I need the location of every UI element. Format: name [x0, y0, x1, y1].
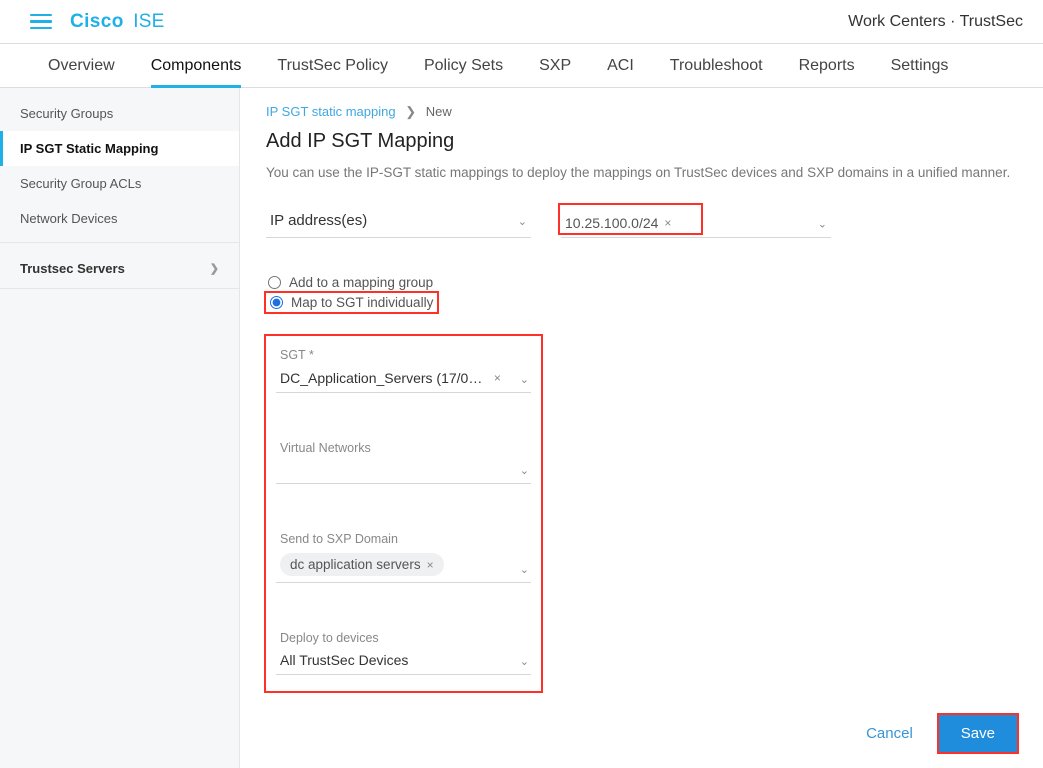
radio-map-individually[interactable]: Map to SGT individually [268, 294, 435, 311]
tab-overview[interactable]: Overview [30, 44, 133, 88]
chevron-right-icon: ❯ [210, 262, 219, 275]
deploy-select[interactable]: All TrustSec Devices ⌄ [276, 648, 531, 675]
button-bar: Cancel Save [866, 715, 1017, 752]
ip-type-select[interactable]: IP address(es) ⌄ [266, 206, 531, 238]
sidebar-item-security-group-acls[interactable]: Security Group ACLs [0, 166, 239, 201]
sxp-pill-text: dc application servers [290, 557, 421, 572]
brand: Cisco ISE [70, 11, 164, 33]
deploy-field-group: Deploy to devices All TrustSec Devices ⌄ [276, 631, 531, 675]
tab-aci[interactable]: ACI [589, 44, 652, 88]
chevron-down-icon: ⌄ [520, 655, 529, 668]
ip-type-value: IP address(es) [270, 212, 367, 229]
vnet-select[interactable]: ⌄ [276, 458, 531, 484]
radio-add-to-group[interactable]: Add to a mapping group [266, 274, 1017, 291]
sxp-field-group: Send to SXP Domain dc application server… [276, 532, 531, 583]
sxp-select[interactable]: dc application servers × ⌄ [276, 549, 531, 583]
sxp-pill: dc application servers × [280, 553, 444, 576]
sidebar-item-network-devices[interactable]: Network Devices [0, 201, 239, 236]
tab-settings[interactable]: Settings [873, 44, 967, 88]
radio-add-to-group-input[interactable] [268, 276, 281, 289]
breadcrumb: IP SGT static mapping ❯ New [266, 104, 1017, 120]
radio-map-individually-label: Map to SGT individually [291, 295, 433, 310]
radio-map-individually-input[interactable] [270, 296, 283, 309]
brand-ise: ISE [133, 11, 164, 32]
page-title: Add IP SGT Mapping [266, 130, 1017, 153]
tab-components[interactable]: Components [133, 44, 260, 88]
left-sidebar: Security Groups IP SGT Static Mapping Se… [0, 88, 240, 768]
sxp-label: Send to SXP Domain [276, 532, 531, 546]
sidebar-section-trustsec-servers[interactable]: Trustsec Servers ❯ [0, 249, 239, 288]
deploy-label: Deploy to devices [276, 631, 531, 645]
breadcrumb-link[interactable]: IP SGT static mapping [266, 104, 396, 119]
vnet-field-group: Virtual Networks ⌄ [276, 441, 531, 484]
tab-policy-sets[interactable]: Policy Sets [406, 44, 521, 88]
radio-add-to-group-label: Add to a mapping group [289, 275, 433, 290]
mapping-form-box: SGT * DC_Application_Servers (17/00… × ⌄… [266, 336, 541, 691]
ip-row: IP address(es) ⌄ 10.25.100.0/24 × ⌄ [266, 206, 1017, 238]
top-tabs: Overview Components TrustSec Policy Poli… [0, 44, 1043, 88]
tab-trustsec-policy[interactable]: TrustSec Policy [259, 44, 406, 88]
deploy-value: All TrustSec Devices [280, 652, 408, 668]
tab-troubleshoot[interactable]: Troubleshoot [652, 44, 781, 88]
chevron-down-icon: ⌄ [520, 464, 529, 477]
main-content: IP SGT static mapping ❯ New Add IP SGT M… [240, 88, 1043, 768]
chevron-down-icon: ⌄ [520, 373, 529, 386]
chevron-down-icon: ⌄ [818, 218, 827, 231]
sgt-field-group: SGT * DC_Application_Servers (17/00… × ⌄ [276, 348, 531, 393]
page-description: You can use the IP-SGT static mappings t… [266, 165, 1017, 180]
ip-address-field[interactable]: 10.25.100.0/24 × ⌄ [561, 211, 831, 238]
top-header: Cisco ISE Work Centers · TrustSec [0, 0, 1043, 44]
tab-reports[interactable]: Reports [781, 44, 873, 88]
remove-sxp-pill-icon[interactable]: × [427, 558, 434, 572]
ip-chip: 10.25.100.0/24 × [565, 215, 671, 231]
sidebar-item-security-groups[interactable]: Security Groups [0, 96, 239, 131]
sidebar-item-ip-sgt-static-mapping[interactable]: IP SGT Static Mapping [0, 131, 239, 166]
hamburger-menu-icon[interactable] [30, 11, 52, 33]
mapping-mode-radios: Add to a mapping group Map to SGT indivi… [266, 274, 1017, 312]
sgt-label: SGT * [276, 348, 531, 362]
brand-cisco: Cisco [70, 11, 124, 32]
save-button[interactable]: Save [939, 715, 1017, 752]
ip-chip-text: 10.25.100.0/24 [565, 215, 658, 231]
clear-sgt-icon[interactable]: × [494, 371, 501, 385]
sidebar-section-label: Trustsec Servers [20, 261, 125, 276]
cancel-button[interactable]: Cancel [866, 725, 913, 742]
sgt-select[interactable]: DC_Application_Servers (17/00… × ⌄ [276, 365, 531, 393]
chevron-down-icon: ⌄ [520, 563, 529, 576]
header-context: Work Centers · TrustSec [848, 13, 1023, 31]
breadcrumb-current: New [426, 104, 452, 119]
remove-ip-chip-icon[interactable]: × [664, 216, 671, 230]
chevron-down-icon: ⌄ [518, 214, 527, 227]
vnet-label: Virtual Networks [276, 441, 531, 455]
breadcrumb-sep-icon: ❯ [405, 104, 416, 119]
sgt-value: DC_Application_Servers (17/00… [280, 370, 486, 386]
tab-sxp[interactable]: SXP [521, 44, 589, 88]
